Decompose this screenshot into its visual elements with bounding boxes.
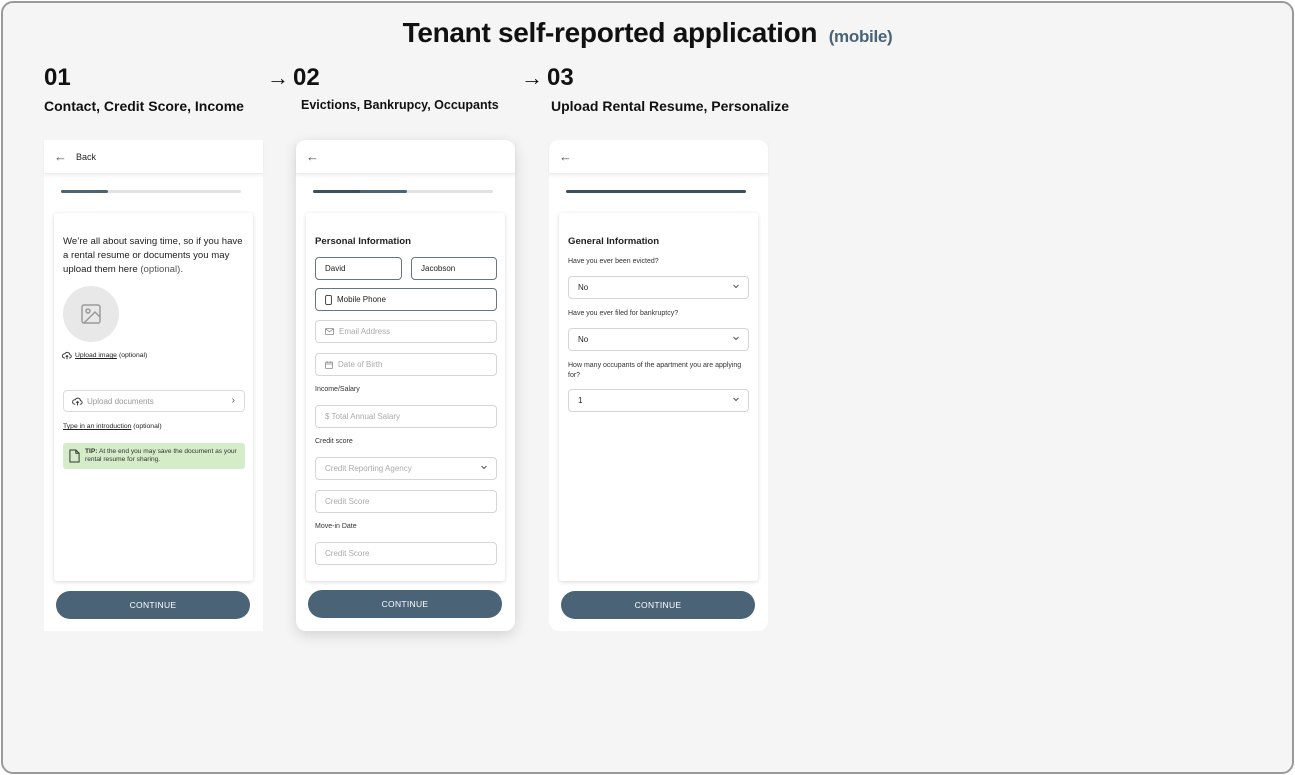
- move-in-date-field[interactable]: Credit Score: [315, 542, 497, 565]
- bankruptcy-value: No: [578, 335, 589, 344]
- continue-button[interactable]: CONTINUE: [56, 591, 250, 619]
- page-title-text: Tenant self-reported application: [402, 17, 818, 48]
- chevron-down-icon: [732, 334, 740, 344]
- progress-fill: [566, 190, 746, 193]
- progress-fill: [313, 190, 407, 193]
- upload-documents-label: Upload documents: [87, 396, 154, 406]
- upload-image-link[interactable]: Upload image: [75, 352, 117, 359]
- upload-documents-button[interactable]: Upload documents ›: [63, 390, 245, 412]
- introduction-optional: (optional): [133, 423, 162, 430]
- screen-header: ←: [549, 140, 768, 174]
- income-label: Income/Salary: [315, 386, 360, 393]
- agency-placeholder: Credit Reporting Agency: [325, 464, 412, 473]
- arrow-right-icon: →: [267, 65, 289, 90]
- back-arrow-icon[interactable]: ←: [54, 150, 67, 163]
- chevron-down-icon: [732, 395, 740, 405]
- continue-button[interactable]: CONTINUE: [561, 591, 755, 619]
- progress-bar: [313, 190, 493, 193]
- dob-placeholder: Date of Birth: [338, 360, 383, 369]
- introduction-row: Type in an introduction (optional): [63, 423, 162, 430]
- progress-bar: [566, 190, 746, 193]
- back-arrow-icon[interactable]: ←: [306, 150, 319, 163]
- occupants-select[interactable]: 1: [568, 389, 749, 412]
- occupants-question: How many occupants of the apartment you …: [568, 362, 742, 379]
- step-2-label: Evictions, Bankrupcy, Occupants: [301, 98, 499, 112]
- phone-icon: [325, 294, 332, 305]
- progress-bar: [61, 190, 241, 193]
- tip-label: TIP:: [85, 448, 98, 455]
- step-2-number: 02: [293, 64, 320, 91]
- back-button[interactable]: Back: [76, 152, 96, 162]
- evicted-value: No: [578, 283, 589, 292]
- step-1-label: Contact, Credit Score, Income: [44, 98, 244, 114]
- mobile-phone-field[interactable]: Mobile Phone: [315, 288, 497, 311]
- upload-cloud-icon: [62, 351, 72, 360]
- bankruptcy-select[interactable]: No: [568, 328, 749, 351]
- image-placeholder[interactable]: [63, 286, 119, 342]
- annual-salary-field[interactable]: $ Total Annual Salary: [315, 405, 497, 428]
- mail-icon: [325, 328, 334, 335]
- type-introduction-link[interactable]: Type in an introduction: [63, 423, 131, 430]
- back-arrow-icon[interactable]: ←: [559, 150, 572, 163]
- screen-general-information: ← General Information Have you ever been…: [549, 140, 768, 631]
- screen-upload-resume: ← Back We’re all about saving time, so i…: [44, 140, 263, 631]
- form-card: General Information Have you ever been e…: [559, 213, 758, 581]
- mobile-phone-value: Mobile Phone: [337, 295, 386, 304]
- continue-button[interactable]: CONTINUE: [308, 590, 502, 618]
- bankruptcy-question: Have you ever filed for bankruptcy?: [568, 310, 679, 317]
- upload-image-row: Upload image (optional): [62, 351, 147, 360]
- move-in-label: Move-in Date: [315, 523, 357, 530]
- credit-score-field[interactable]: Credit Score: [315, 490, 497, 513]
- section-title: General Information: [568, 236, 660, 247]
- credit-score-label: Credit score: [315, 438, 353, 445]
- move-in-placeholder: Credit Score: [325, 549, 370, 558]
- step-3-label: Upload Rental Resume, Personalize: [551, 98, 790, 114]
- evicted-question: Have you ever been evicted?: [568, 258, 659, 265]
- page-title: Tenant self-reported application (mobile…: [0, 17, 1295, 49]
- first-name-field[interactable]: David: [315, 257, 402, 280]
- intro-text: We’re all about saving time, so if you h…: [63, 235, 245, 277]
- calendar-icon: [325, 360, 333, 369]
- credit-score-placeholder: Credit Score: [325, 497, 370, 506]
- step-1-header: 01 Contact, Credit Score, Income: [44, 64, 244, 114]
- email-field[interactable]: Email Address: [315, 320, 497, 343]
- occupants-value: 1: [578, 396, 583, 405]
- intro-optional: (optional).: [140, 264, 184, 275]
- first-name-value: David: [325, 264, 346, 273]
- evicted-select[interactable]: No: [568, 276, 749, 299]
- screen-header: ←: [296, 140, 515, 174]
- step-1-number: 01: [44, 64, 71, 91]
- last-name-value: Jacobson: [421, 264, 456, 273]
- chevron-down-icon: [732, 282, 740, 292]
- step-3-header: → 03 Upload Rental Resume, Personalize: [521, 64, 789, 114]
- screen-personal-information: ← Personal Information David Jacobson Mo…: [296, 140, 515, 631]
- tip-text: At the end you may save the document as …: [85, 448, 237, 463]
- tip-banner: TIP: At the end you may save the documen…: [63, 443, 245, 469]
- form-card: Personal Information David Jacobson Mobi…: [306, 213, 505, 581]
- credit-agency-select[interactable]: Credit Reporting Agency: [315, 457, 497, 480]
- form-card: We’re all about saving time, so if you h…: [54, 213, 253, 581]
- document-icon: [69, 449, 80, 463]
- arrow-right-icon: →: [521, 65, 543, 90]
- page-title-suffix: (mobile): [828, 27, 893, 46]
- step-2-header: → 02 Evictions, Bankrupcy, Occupants: [267, 64, 499, 112]
- progress-fill: [61, 190, 108, 193]
- chevron-right-icon: ›: [231, 395, 235, 406]
- email-placeholder: Email Address: [339, 327, 391, 336]
- chevron-down-icon: [480, 463, 488, 473]
- upload-cloud-icon: [72, 397, 83, 406]
- upload-image-optional: (optional): [118, 352, 148, 359]
- screen-header: ← Back: [44, 140, 263, 174]
- last-name-field[interactable]: Jacobson: [411, 257, 497, 280]
- salary-placeholder: $ Total Annual Salary: [325, 412, 401, 421]
- section-title: Personal Information: [315, 236, 411, 247]
- step-3-number: 03: [547, 64, 574, 91]
- date-of-birth-field[interactable]: Date of Birth: [315, 353, 497, 376]
- image-icon: [81, 304, 101, 324]
